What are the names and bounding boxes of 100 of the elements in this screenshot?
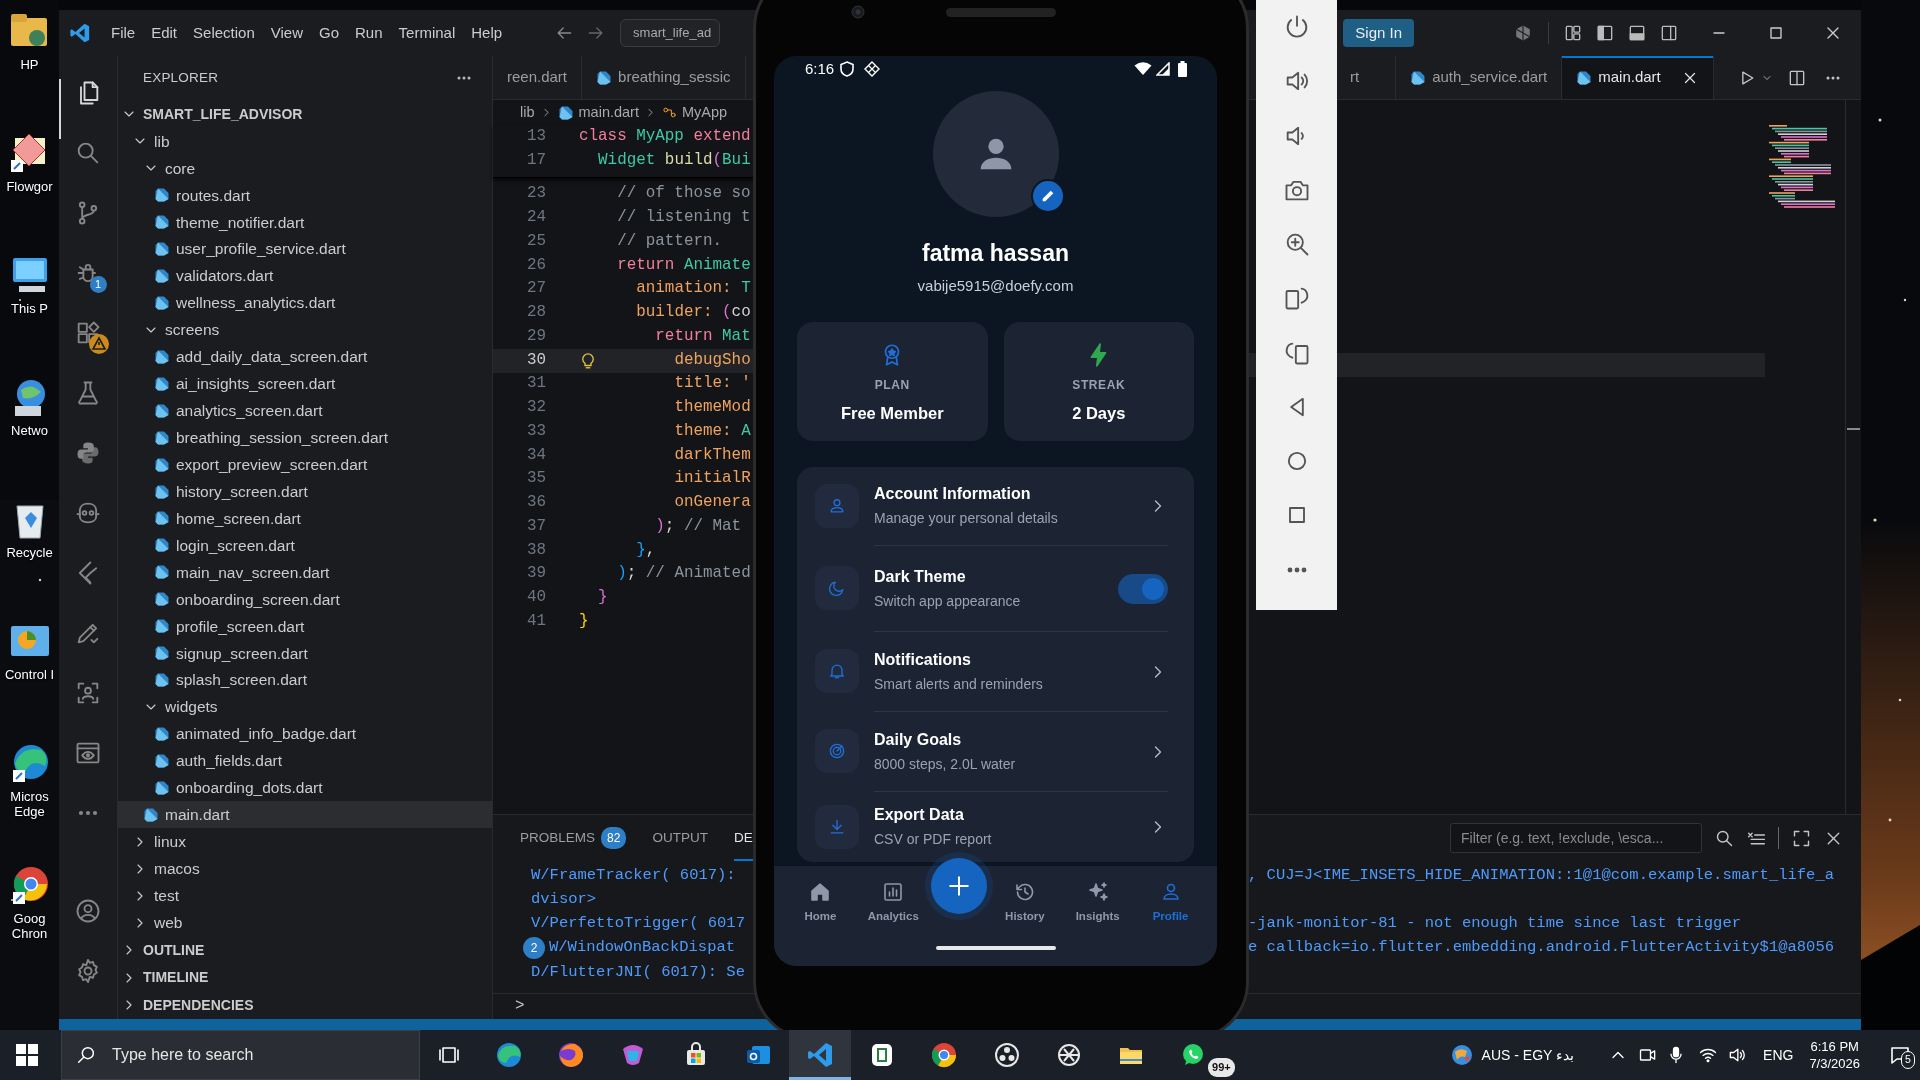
tree-item[interactable]: export_preview_screen.dart [118, 451, 492, 479]
code-editor-icon[interactable] [806, 1041, 835, 1069]
tree-item[interactable]: web [118, 909, 492, 936]
start-icon[interactable] [16, 1044, 38, 1066]
code-line: animation: T [636, 278, 751, 300]
code-line: ); // Mat [655, 515, 742, 537]
menu-item[interactable]: Edit [143, 21, 186, 45]
stat-value: Free Member [840, 403, 944, 424]
add-button[interactable] [931, 858, 988, 914]
settings-row[interactable]: Account Information Manage your personal details [797, 467, 1194, 545]
tree-item[interactable]: onboarding_screen.dart [118, 585, 492, 613]
section-header[interactable]: DEPENDENCIES [118, 991, 492, 1019]
filter-field[interactable]: Filter (e.g. text, !exclude, \esca... [1450, 823, 1702, 853]
menu-item[interactable]: View [262, 21, 311, 45]
menu-item[interactable]: Go [311, 21, 347, 45]
settings-row[interactable]: Daily Goals 8000 steps, 2.0L water [797, 711, 1194, 791]
tree-item[interactable]: breathing_session_screen.dart [118, 424, 492, 452]
aperture-icon[interactable] [992, 1041, 1021, 1069]
search-field[interactable]: Type here to search [61, 1030, 420, 1080]
tree-item[interactable]: linux [118, 828, 492, 856]
tree-item[interactable]: lib [118, 127, 492, 155]
sidebar-toggle-icon[interactable] [1595, 23, 1615, 43]
tree-item[interactable]: profile_screen.dart [118, 612, 492, 640]
tree-item[interactable]: macos [118, 855, 492, 883]
setting-subtitle: CSV or PDF report [874, 830, 992, 849]
tree-item[interactable]: main_nav_screen.dart [118, 558, 492, 586]
nav-item[interactable]: Analytics [858, 866, 929, 927]
nav-item[interactable]: Home [785, 866, 856, 927]
menu-item[interactable]: Run [347, 21, 391, 45]
section-header[interactable]: OUTLINE [118, 936, 492, 964]
input-language[interactable]: ENG [1763, 1044, 1794, 1066]
breadcrumb-item[interactable]: lib [520, 101, 535, 124]
file-icon [154, 618, 170, 635]
file-icon [154, 214, 170, 231]
command-center[interactable]: smart_life_ad [620, 19, 721, 47]
panel-toggle-icon[interactable] [1627, 23, 1647, 43]
nav-item[interactable]: Insights [1062, 866, 1133, 927]
tree-item[interactable]: main.dart [118, 801, 492, 829]
line-number: 17 [525, 149, 546, 171]
browser-icon[interactable] [930, 1041, 959, 1069]
panel-tab[interactable]: DE [733, 815, 753, 861]
editor-tab[interactable]: main.dart [1562, 56, 1714, 99]
split-layout-icon[interactable] [1659, 23, 1679, 43]
tree-item[interactable]: user_profile_service.dart [118, 235, 492, 263]
menu-item[interactable]: Help [463, 21, 511, 45]
code-line: ); // Animated [617, 563, 751, 585]
tree-item[interactable]: signup_screen.dart [118, 639, 492, 667]
menu-item[interactable]: File [103, 21, 144, 45]
tree-item[interactable]: login_screen.dart [118, 531, 492, 559]
tree-item[interactable]: add_daily_data_screen.dart [118, 343, 492, 371]
menu-item[interactable]: Selection [185, 21, 263, 45]
breadcrumb-item[interactable]: main.dart [578, 101, 639, 124]
code-line: // listening t [617, 207, 751, 229]
profile-email: vabije5915@doefy.com [917, 276, 1074, 296]
menu-item[interactable]: Terminal [390, 21, 464, 45]
code-line: // of those so [617, 183, 751, 205]
nav-item[interactable]: History [989, 866, 1060, 927]
tree-item[interactable]: core [118, 154, 492, 182]
sign-in-button[interactable]: Sign In [1343, 18, 1414, 48]
file-icon [154, 456, 170, 473]
tree-item[interactable]: history_screen.dart [118, 478, 492, 505]
tree-item[interactable]: ai_insights_screen.dart [118, 370, 492, 398]
tree-item[interactable]: animated_info_badge.dart [118, 720, 492, 748]
globe-icon[interactable] [1449, 1043, 1474, 1067]
toggle-switch[interactable] [1118, 573, 1168, 604]
tree-item[interactable]: SMART_LIFE_ADVISOR [118, 100, 492, 128]
account-icon[interactable] [74, 897, 102, 925]
keyboard-layout[interactable]: AUS - EGY بدء [1481, 1044, 1575, 1066]
tree-item[interactable]: routes.dart [118, 181, 492, 209]
tree-item[interactable]: wellness_analytics.dart [118, 289, 492, 317]
tree-item[interactable]: home_screen.dart [118, 505, 492, 532]
panel-tab[interactable]: OUTPUT [652, 815, 708, 861]
line-number: 35 [525, 468, 546, 490]
tree-item[interactable]: splash_screen.dart [118, 666, 492, 694]
log-line: V/PerfettoTrigger( 6017 [531, 913, 745, 935]
tree-item[interactable]: analytics_screen.dart [118, 397, 492, 425]
browser-icon[interactable] [495, 1041, 524, 1069]
settings-row[interactable]: Notifications Smart alerts and reminders [797, 631, 1194, 711]
icon-label: Netwo [10, 424, 49, 439]
panel-tab[interactable]: PROBLEMS 82 [520, 815, 627, 861]
tree-item[interactable]: validators.dart [118, 262, 492, 290]
browser-icon[interactable] [557, 1041, 586, 1069]
code-line: initialR [674, 468, 751, 490]
section-header[interactable]: TIMELINE [118, 963, 492, 992]
code-line: } [579, 610, 589, 632]
stat-label: PLAN [874, 377, 910, 394]
breadcrumb-item[interactable]: MyApp [681, 101, 728, 124]
tree-item[interactable]: widgets [118, 693, 492, 721]
clock[interactable]: 6:16 PM 7/3/2026 [1809, 1038, 1860, 1072]
tree-item[interactable]: onboarding_dots.dart [118, 774, 492, 802]
lightbulb-icon[interactable] [579, 351, 597, 370]
tree-item[interactable]: auth_fields.dart [118, 747, 492, 775]
tree-item[interactable]: screens [118, 316, 492, 344]
settings-row[interactable]: Dark Theme Switch app appearance [797, 545, 1194, 631]
tree-item[interactable]: test [118, 882, 492, 910]
layout-icon[interactable] [1563, 23, 1583, 43]
settings-row[interactable]: Export Data CSV or PDF report [797, 791, 1194, 862]
tree-item[interactable]: theme_notifier.dart [118, 208, 492, 236]
prompt-sign[interactable]: > [515, 994, 525, 1019]
log-line: e callback=io.flutter.embedding.android.FlutterActivity$1@a8056 [1248, 937, 1834, 959]
